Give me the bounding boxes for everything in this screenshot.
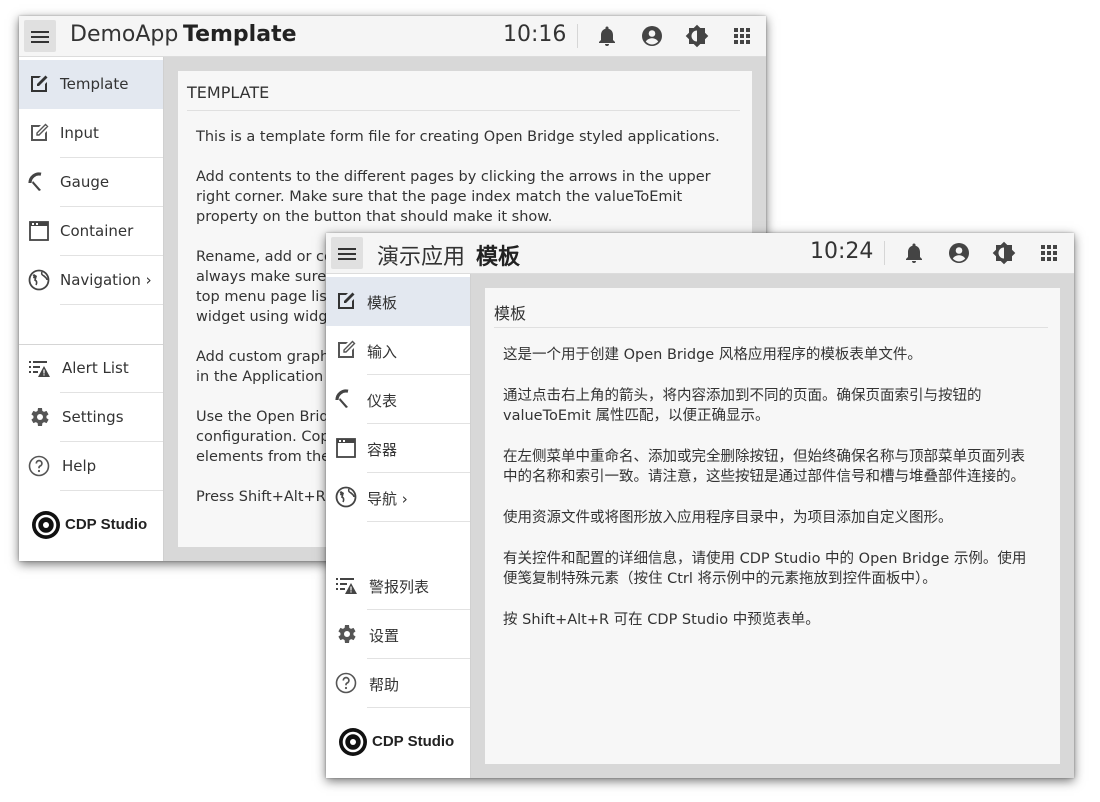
app-name: DemoApp bbox=[70, 22, 179, 47]
nav-item-template[interactable]: 模板 bbox=[326, 277, 470, 326]
nav-item-label: 容器 bbox=[367, 441, 398, 459]
bell-icon[interactable] bbox=[902, 241, 926, 265]
app-window-chinese: 演示应用 模板 10:24 模板 输入 仪表 容器 导航 › 警报列表 设置 帮… bbox=[326, 233, 1074, 778]
gauge-icon bbox=[27, 170, 51, 194]
nav-item-label: Settings bbox=[62, 408, 124, 426]
nav-item-label: Gauge bbox=[60, 173, 110, 191]
gear-icon bbox=[27, 405, 51, 429]
top-bar: DemoApp Template 10:16 bbox=[19, 16, 766, 57]
nav-item-label: 仪表 bbox=[367, 392, 398, 410]
nav-item-container[interactable]: 容器 bbox=[326, 424, 470, 473]
account-icon[interactable] bbox=[947, 241, 971, 265]
nav-item-label: 帮助 bbox=[369, 676, 400, 694]
edit-outline-icon bbox=[334, 338, 358, 362]
cdp-studio-logo: CDP Studio bbox=[338, 727, 468, 757]
hamburger-menu-button[interactable] bbox=[24, 20, 56, 52]
nav-item-gauge[interactable]: Gauge bbox=[19, 158, 163, 207]
nav-item-container[interactable]: Container bbox=[19, 207, 163, 256]
nav-item-label: 设置 bbox=[369, 627, 400, 645]
clock: 10:24 bbox=[810, 239, 874, 264]
nav-item-label: 输入 bbox=[367, 343, 398, 361]
globe-icon bbox=[334, 485, 358, 509]
paragraph: 使用资源文件或将图形放入应用程序目录中，为项目添加自定义图形。 bbox=[503, 510, 953, 526]
page-title: Template bbox=[183, 22, 297, 47]
nav-item-gauge[interactable]: 仪表 bbox=[326, 375, 470, 424]
window-icon bbox=[334, 436, 358, 460]
edit-icon bbox=[334, 289, 358, 313]
brightness-icon[interactable] bbox=[685, 24, 709, 48]
nav-item-label: 导航 › bbox=[367, 490, 408, 508]
content-area: 模板 这是一个用于创建 Open Bridge 风格应用程序的模板表单文件。 通… bbox=[471, 274, 1074, 778]
help-icon bbox=[334, 671, 358, 695]
alert-list-icon bbox=[334, 573, 358, 597]
nav-item-label: Input bbox=[60, 124, 99, 142]
paragraph: 按 Shift+Alt+R 可在 CDP Studio 中预览表单。 bbox=[503, 612, 820, 628]
nav-item-label: 警报列表 bbox=[369, 578, 430, 596]
nav-item-label: 模板 bbox=[367, 294, 398, 312]
nav-item-input[interactable]: Input bbox=[19, 109, 163, 158]
paragraph: 通过点击右上角的箭头，将内容添加到不同的页面。确保页面索引与按钮的 valueT… bbox=[503, 388, 982, 424]
nav-item-alert-list[interactable]: Alert List bbox=[19, 344, 163, 393]
globe-icon bbox=[27, 268, 51, 292]
nav-item-help[interactable]: 帮助 bbox=[326, 659, 470, 708]
brightness-icon[interactable] bbox=[992, 241, 1016, 265]
alert-list-icon bbox=[27, 356, 51, 380]
logo-text: CDP Studio bbox=[65, 516, 148, 533]
nav-item-label: Template bbox=[60, 75, 129, 93]
nav-item-settings[interactable]: Settings bbox=[19, 393, 163, 442]
paragraph: This is a template form file for creatin… bbox=[196, 129, 720, 145]
apps-grid-icon[interactable] bbox=[1037, 241, 1061, 265]
nav-item-help[interactable]: Help bbox=[19, 442, 163, 491]
gauge-icon bbox=[334, 387, 358, 411]
bell-icon[interactable] bbox=[595, 24, 619, 48]
help-icon bbox=[27, 454, 51, 478]
nav-item-alert-list[interactable]: 警报列表 bbox=[326, 561, 470, 610]
paragraph: 有关控件和配置的详细信息，请使用 CDP Studio 中的 Open Brid… bbox=[503, 551, 1027, 587]
card-body: 这是一个用于创建 Open Bridge 风格应用程序的模板表单文件。 通过点击… bbox=[503, 345, 1038, 650]
nav-item-navigation[interactable]: Navigation › bbox=[19, 256, 163, 305]
side-menu: Template Input Gauge Container Navigatio… bbox=[19, 57, 164, 561]
nav-item-navigation[interactable]: 导航 › bbox=[326, 473, 470, 522]
app-name: 演示应用 bbox=[377, 245, 466, 270]
card-title: 模板 bbox=[494, 300, 1048, 328]
paragraph: 在左侧菜单中重命名、添加或完全删除按钮，但始终确保名称与顶部菜单页面列表中的名称… bbox=[503, 449, 1025, 485]
edit-outline-icon bbox=[27, 121, 51, 145]
template-card: 模板 这是一个用于创建 Open Bridge 风格应用程序的模板表单文件。 通… bbox=[485, 288, 1060, 764]
gear-icon bbox=[334, 622, 358, 646]
cdp-studio-logo: CDP Studio bbox=[31, 510, 161, 540]
nav-item-label: Alert List bbox=[62, 359, 129, 377]
logo-text: CDP Studio bbox=[372, 733, 455, 750]
nav-item-label: Help bbox=[62, 457, 97, 475]
nav-item-settings[interactable]: 设置 bbox=[326, 610, 470, 659]
account-icon[interactable] bbox=[640, 24, 664, 48]
hamburger-menu-button[interactable] bbox=[331, 237, 363, 269]
nav-item-label: Navigation › bbox=[60, 271, 152, 289]
apps-grid-icon[interactable] bbox=[730, 24, 754, 48]
nav-item-label: Container bbox=[60, 222, 134, 240]
paragraph: Add contents to the different pages by c… bbox=[196, 169, 711, 225]
nav-item-input[interactable]: 输入 bbox=[326, 326, 470, 375]
clock: 10:16 bbox=[503, 22, 567, 47]
page-title: 模板 bbox=[476, 245, 521, 270]
top-bar: 演示应用 模板 10:24 bbox=[326, 233, 1074, 274]
card-title: TEMPLATE bbox=[187, 83, 740, 111]
window-icon bbox=[27, 219, 51, 243]
edit-icon bbox=[27, 72, 51, 96]
paragraph: 这是一个用于创建 Open Bridge 风格应用程序的模板表单文件。 bbox=[503, 347, 922, 363]
nav-item-template[interactable]: Template bbox=[19, 60, 163, 109]
side-menu: 模板 输入 仪表 容器 导航 › 警报列表 设置 帮助 CDP Studio bbox=[326, 274, 471, 778]
